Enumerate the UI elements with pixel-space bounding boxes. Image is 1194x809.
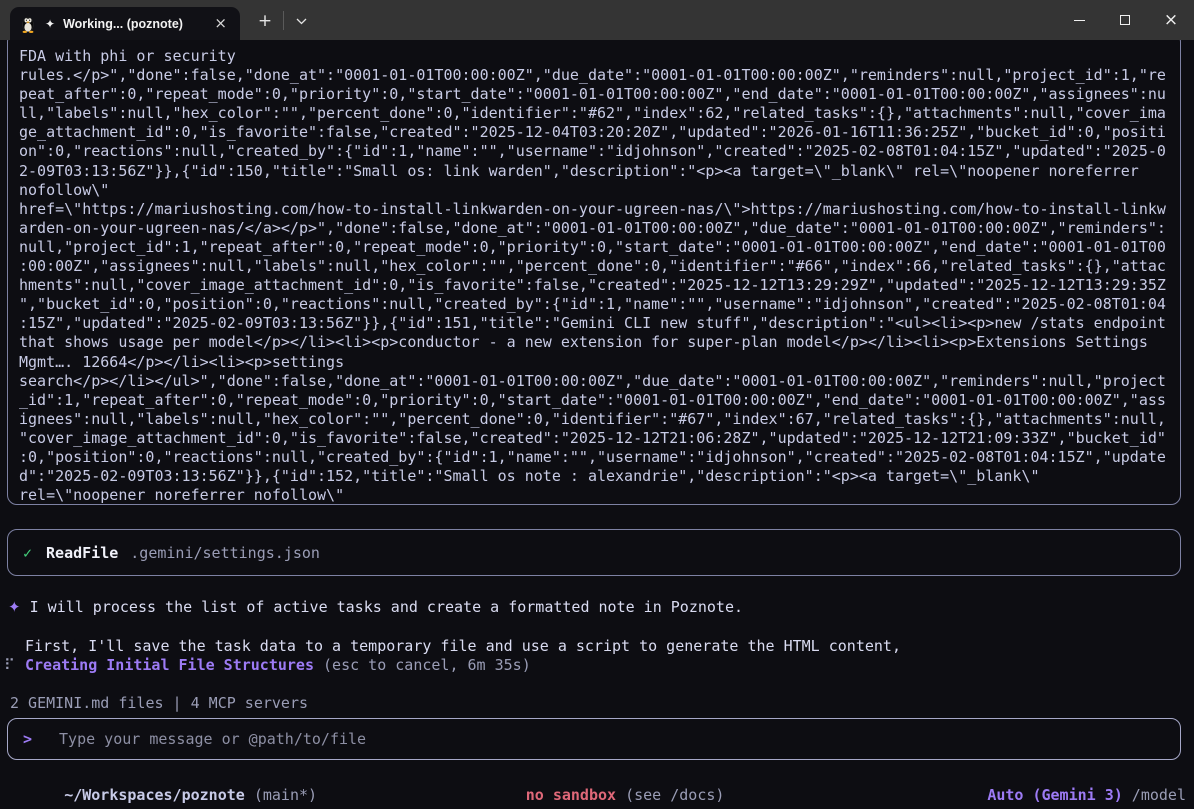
tab-close-icon[interactable]: × bbox=[209, 14, 232, 33]
json-output-line: 2-09T03:13:56Z"}},{"id":150,"title":"Sma… bbox=[19, 162, 1170, 181]
assistant-message-continuation: First, I'll save the task data to a temp… bbox=[25, 637, 901, 655]
tab-title: Working... (poznote) bbox=[63, 17, 209, 31]
tool-argument: .gemini/settings.json bbox=[130, 544, 320, 562]
json-output-line: peat_after":0,"repeat_mode":0,"priority"… bbox=[19, 85, 1170, 104]
linux-penguin-icon bbox=[20, 15, 36, 33]
json-output-line: FDA with phi or security bbox=[19, 47, 1170, 66]
assistant-message: ✦ I will process the list of active task… bbox=[8, 598, 743, 616]
message-input[interactable] bbox=[40, 730, 1180, 748]
json-output-line: href=\"https://mariushosting.com/how-to-… bbox=[19, 200, 1170, 219]
footer-model-section: Auto (Gemini 3) /model bbox=[724, 768, 1186, 809]
json-output-line: arden-on-your-ugreen-nas/</a></p>","done… bbox=[19, 219, 1170, 238]
maximize-icon bbox=[1120, 15, 1130, 25]
titlebar: ✦ Working... (poznote) × + × bbox=[0, 0, 1194, 40]
minimize-button[interactable] bbox=[1056, 0, 1102, 40]
tab-separator bbox=[283, 11, 284, 30]
success-check-icon: ✓ bbox=[23, 544, 32, 562]
maximize-button[interactable] bbox=[1102, 0, 1148, 40]
json-output-line: "cover_image_attachment_id":0,"is_favori… bbox=[19, 429, 1170, 448]
json-output-line: nofollow\" bbox=[19, 181, 1170, 200]
json-output-line: null,"project_id":1,"repeat_after":0,"re… bbox=[19, 238, 1170, 257]
message-input-box[interactable]: > bbox=[7, 718, 1181, 760]
readfile-tool-call: ✓ ReadFile .gemini/settings.json bbox=[7, 529, 1181, 576]
json-output-line: rules.</p>","done":false,"done_at":"0001… bbox=[19, 66, 1170, 85]
terminal-tab[interactable]: ✦ Working... (poznote) × bbox=[10, 7, 240, 40]
footer-cwd-section: ~/Workspaces/poznote (main*) bbox=[10, 768, 472, 809]
json-output-line: _id":1,"repeat_after":0,"repeat_mode":0,… bbox=[19, 391, 1170, 410]
working-status-line: ⠏ Creating Initial File Structures (esc … bbox=[4, 656, 531, 674]
json-output-line: that shows usage per model</p></li><li><… bbox=[19, 333, 1170, 352]
spinner-icon: ⠏ bbox=[4, 656, 15, 674]
status-action-text: Creating Initial File Structures bbox=[25, 656, 314, 674]
json-output-line: on":0,"reactions":null,"created_by":{"id… bbox=[19, 142, 1170, 161]
model-hint: /model bbox=[1123, 786, 1186, 804]
context-summary: 2 GEMINI.md files | 4 MCP servers bbox=[10, 694, 308, 712]
gemini-sparkle-icon: ✦ bbox=[45, 17, 55, 31]
json-output-line: hments":null,"cover_image_attachment_id"… bbox=[19, 276, 1170, 295]
new-tab-button[interactable]: + bbox=[252, 8, 278, 34]
json-output-line: :15Z","updated":"2025-02-09T03:13:56Z"}}… bbox=[19, 314, 1170, 333]
json-output-line: Mgmt…. 12664</p></li><li><p>settings bbox=[19, 353, 1170, 372]
prompt-icon: > bbox=[23, 730, 32, 748]
working-directory: ~/Workspaces/poznote bbox=[64, 786, 245, 804]
json-output-line: rel=\"noopener noreferrer nofollow\" bbox=[19, 486, 1170, 505]
window-controls: × bbox=[1056, 0, 1194, 40]
terminal-viewport: FDA with phi or security rules.</p>","do… bbox=[0, 40, 1194, 809]
footer-status-bar: ~/Workspaces/poznote (main*) no sandbox … bbox=[0, 768, 1194, 792]
tool-name: ReadFile bbox=[46, 544, 118, 562]
json-output-line: d":"2025-02-09T03:13:56Z"}},{"id":152,"t… bbox=[19, 467, 1170, 486]
status-hint-text: (esc to cancel, 6m 35s) bbox=[323, 656, 531, 674]
close-button[interactable]: × bbox=[1148, 0, 1194, 40]
status-cancel-hint bbox=[314, 656, 323, 674]
json-output-line: ge_attachment_id":0,"is_favorite":false,… bbox=[19, 123, 1170, 142]
tab-dropdown-button[interactable] bbox=[288, 8, 314, 34]
assistant-message-text: I will process the list of active tasks … bbox=[30, 598, 743, 616]
sandbox-status: no sandbox bbox=[526, 786, 616, 804]
chevron-down-icon bbox=[296, 18, 307, 25]
json-output-line: ignees":null,"labels":null,"hex_color":"… bbox=[19, 410, 1170, 429]
minimize-icon bbox=[1074, 20, 1085, 21]
gemini-sparkle-icon: ✦ bbox=[8, 598, 21, 616]
sandbox-hint: (see /docs) bbox=[616, 786, 724, 804]
tool-output-box: FDA with phi or security rules.</p>","do… bbox=[7, 40, 1181, 505]
git-branch: (main*) bbox=[245, 786, 317, 804]
json-output-line: search</p></li></ul>","done":false,"done… bbox=[19, 372, 1170, 391]
footer-sandbox-section: no sandbox (see /docs) bbox=[472, 768, 725, 809]
json-output-line: :0,"position":0,"reactions":null,"create… bbox=[19, 448, 1170, 467]
json-output-line: ","bucket_id":0,"position":0,"reactions"… bbox=[19, 295, 1170, 314]
model-name: Auto (Gemini 3) bbox=[987, 786, 1122, 804]
close-icon: × bbox=[1164, 12, 1178, 29]
json-output-line: ll,"labels":null,"hex_color":"","percent… bbox=[19, 104, 1170, 123]
json-output-line: :00:00Z","assignees":null,"labels":null,… bbox=[19, 257, 1170, 276]
